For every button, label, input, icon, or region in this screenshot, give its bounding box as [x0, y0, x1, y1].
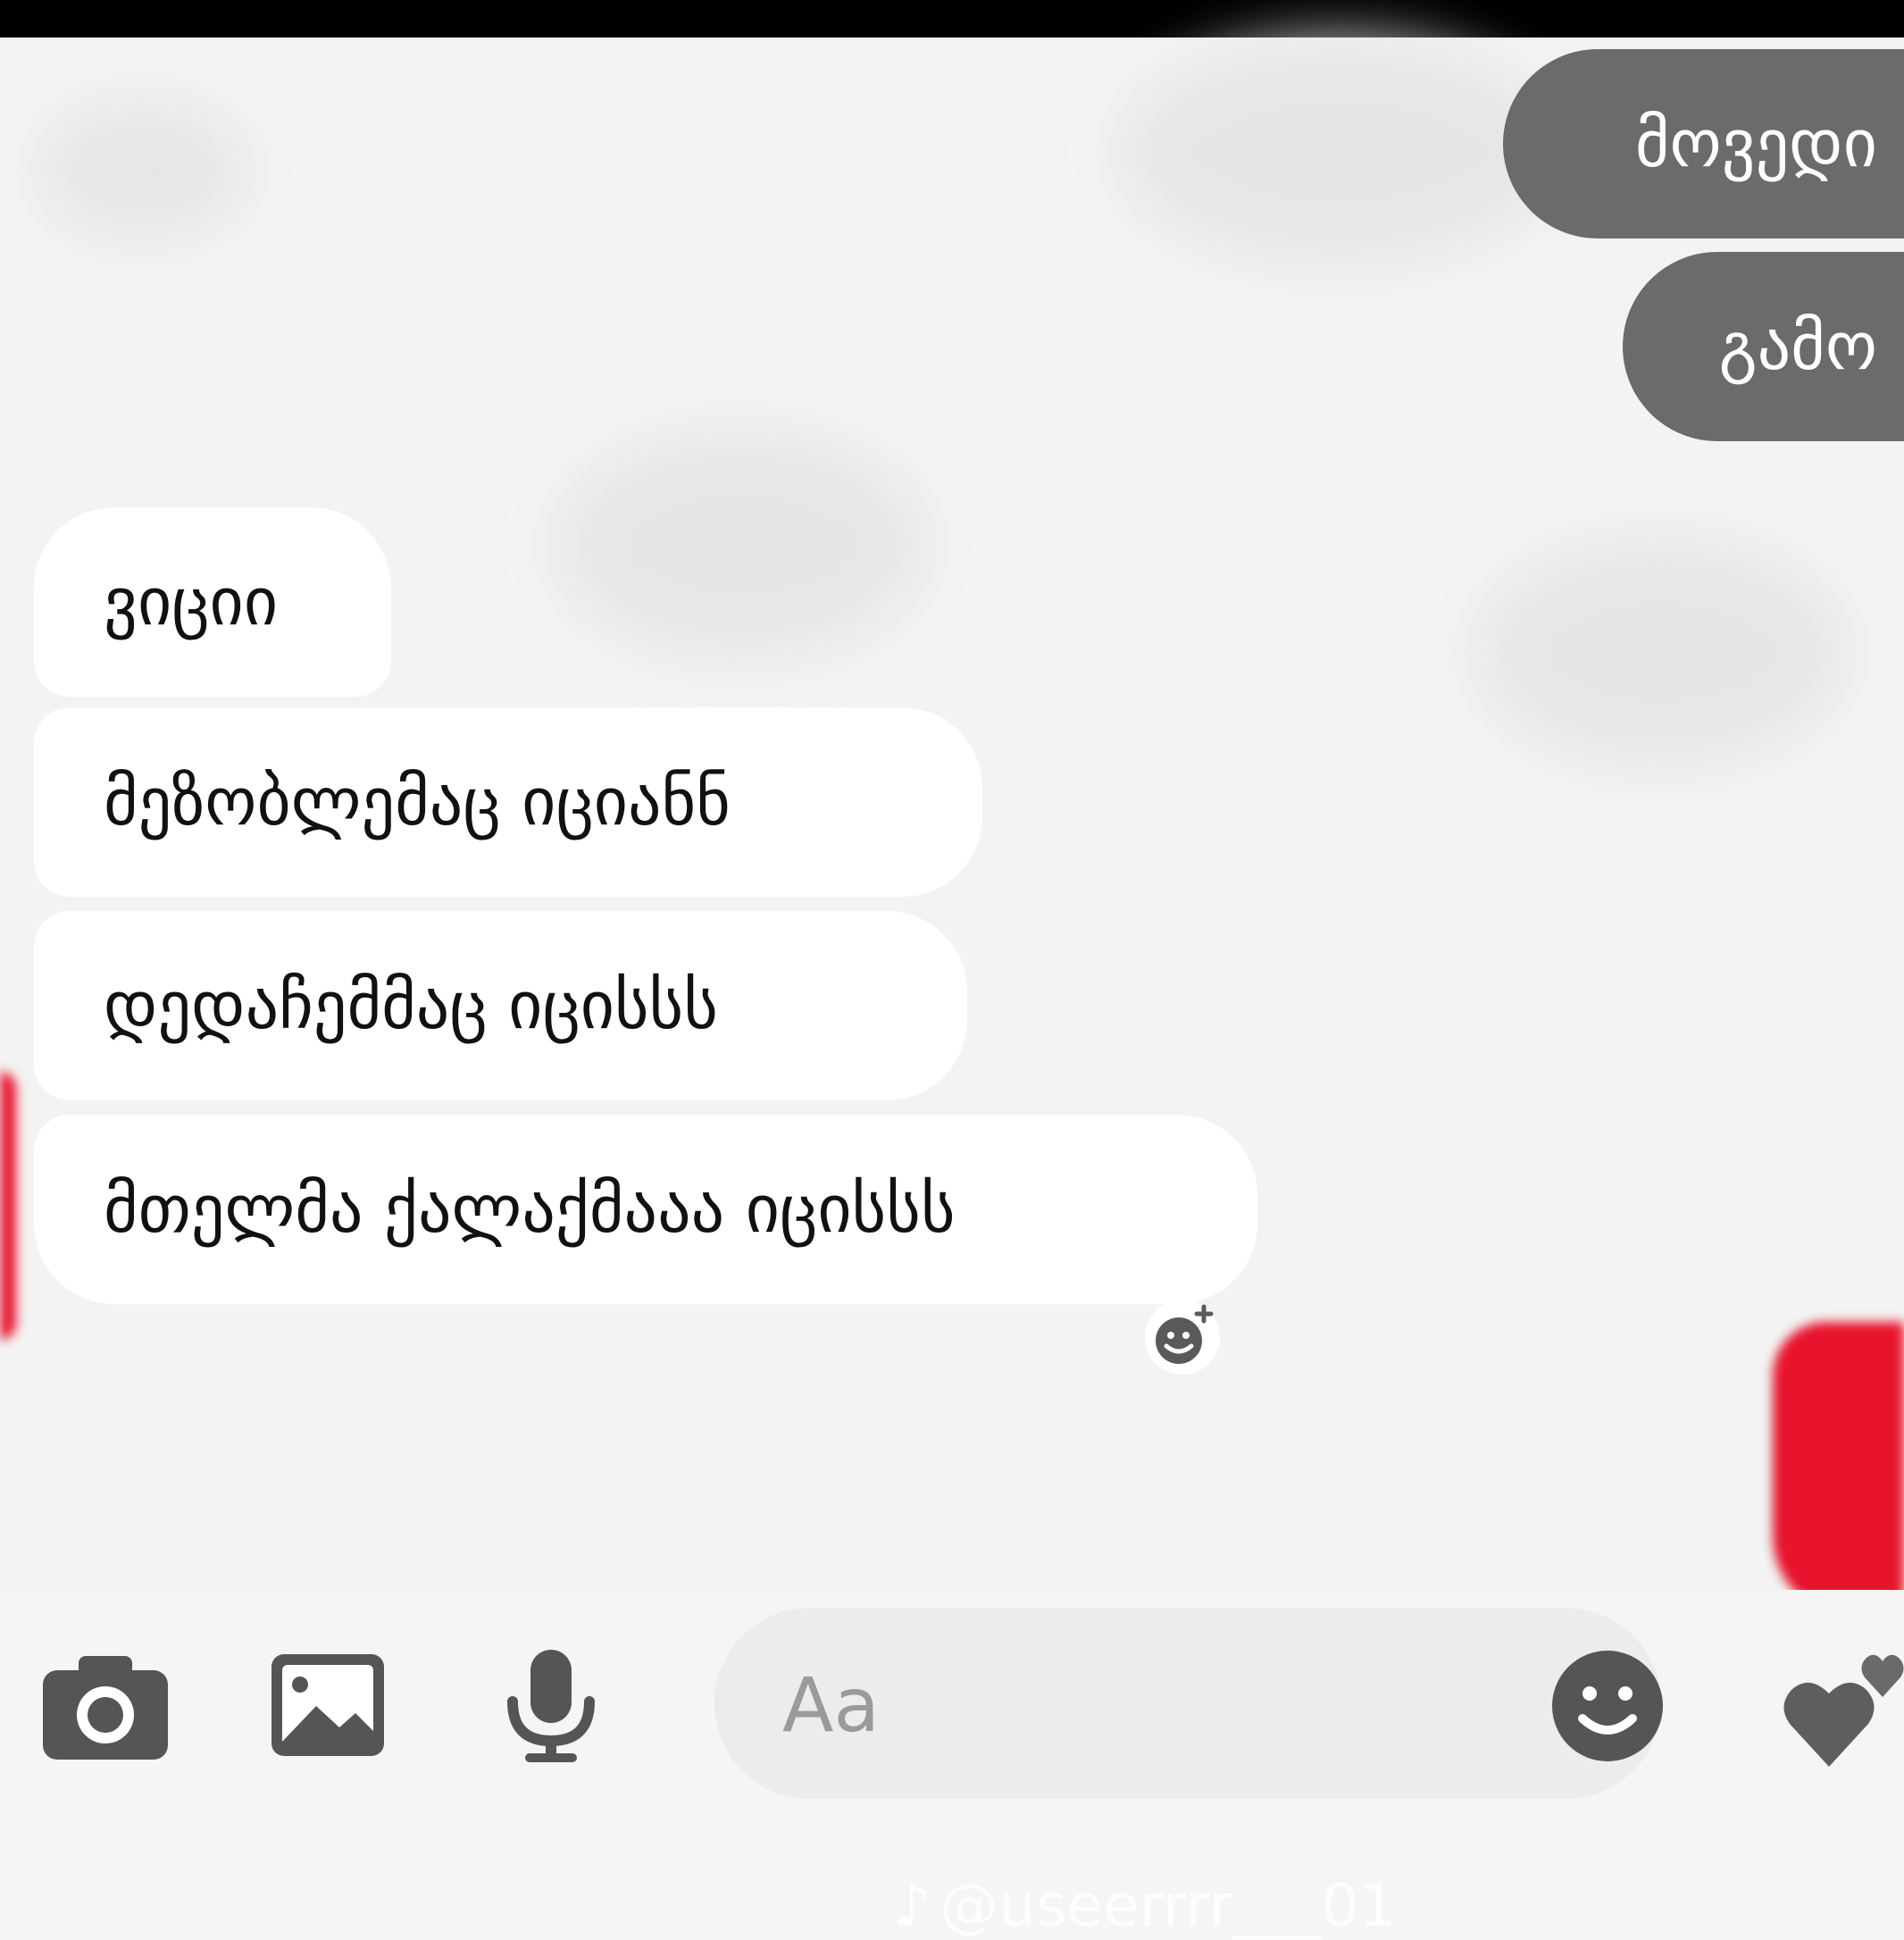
red-scribble — [0, 1072, 16, 1340]
message-input-placeholder: Aa — [782, 1661, 880, 1749]
camera-icon — [43, 1656, 168, 1760]
sent-message-bubble[interactable]: გამო — [1623, 252, 1904, 441]
received-message-bubble[interactable]: მთელმა ქალაქმააა იცისსს — [34, 1115, 1257, 1304]
heart-reaction-button[interactable] — [1783, 1643, 1904, 1769]
top-status-bar — [0, 0, 1904, 38]
received-message-bubble[interactable]: ვიციი — [34, 507, 391, 697]
message-text: ვიციი — [104, 564, 279, 640]
received-message-bubble[interactable]: დედაჩემმაც იცისსს — [34, 911, 967, 1100]
emoji-icon — [1552, 1651, 1663, 1761]
microphone-icon — [507, 1650, 595, 1762]
tiktok-watermark: ♪ @useerrrr___01 — [893, 1871, 1397, 1940]
red-scribble — [1773, 1322, 1904, 1617]
voice-button[interactable] — [505, 1648, 597, 1764]
message-text: გამო — [1718, 308, 1877, 385]
watermark-text: @useerrrr___01 — [939, 1871, 1397, 1940]
message-text: მთელმა ქალაქმააა იცისსს — [104, 1171, 956, 1248]
background-blur — [554, 429, 929, 661]
message-text: დედაჩემმაც იცისსს — [104, 967, 719, 1044]
add-reaction-icon — [1156, 1304, 1214, 1364]
background-blur — [36, 98, 250, 241]
received-message-bubble[interactable]: მეზობლემაც იციანნ — [34, 707, 982, 897]
background-blur — [1474, 536, 1849, 768]
tiktok-icon: ♪ — [893, 1871, 931, 1940]
background-blur — [1116, 36, 1563, 268]
add-reaction-button[interactable] — [1145, 1300, 1220, 1375]
image-icon — [271, 1654, 384, 1756]
message-text: მეზობლემაც იციანნ — [104, 764, 731, 840]
gallery-button[interactable] — [270, 1652, 386, 1758]
camera-button[interactable] — [41, 1651, 170, 1761]
heart-icon — [1783, 1654, 1904, 1767]
message-text: მოვედი — [1634, 105, 1877, 182]
sent-message-bubble[interactable]: მოვედი — [1503, 49, 1904, 238]
emoji-button[interactable] — [1550, 1649, 1665, 1763]
